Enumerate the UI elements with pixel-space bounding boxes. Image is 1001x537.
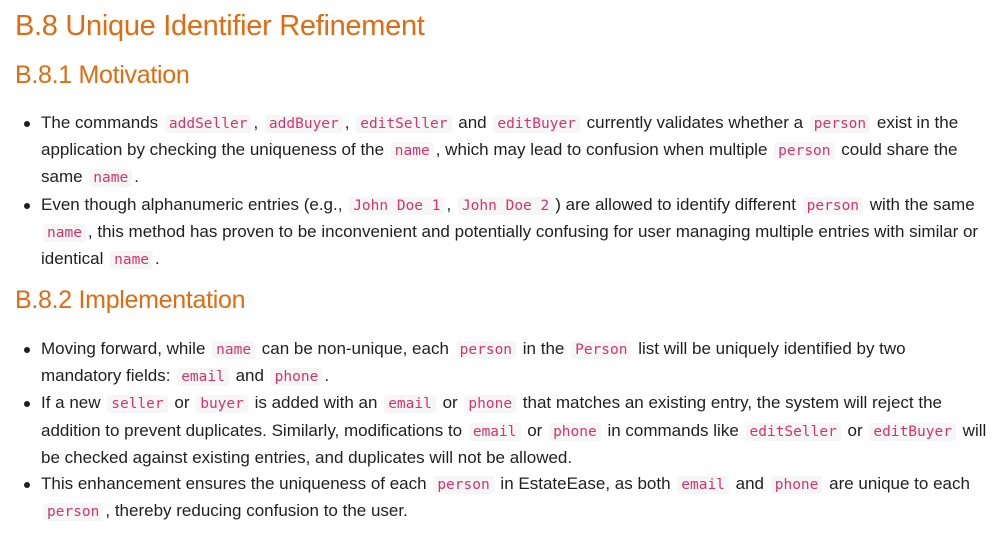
- text: ,: [253, 113, 263, 132]
- implementation-list: Moving forward, while name can be non-un…: [0, 336, 1001, 525]
- list-item: Even though alphanumeric entries (e.g., …: [0, 192, 1001, 274]
- text: .: [155, 249, 160, 269]
- text: , this method has proven to be inconveni…: [41, 221, 979, 269]
- motivation-list: The commands addSeller, addBuyer, editSe…: [0, 110, 1001, 273]
- code-term: seller: [107, 395, 168, 414]
- code-term: buyer: [196, 395, 248, 414]
- code-term: name: [390, 142, 434, 161]
- motivation-heading: B.8.1 Motivation: [15, 61, 190, 89]
- code-term: person: [802, 196, 864, 215]
- text: ,: [344, 113, 355, 132]
- text: in commands like: [602, 420, 744, 440]
- list-item: Moving forward, while name can be non-un…: [0, 336, 1001, 390]
- list-item: If a new seller or buyer is added with a…: [0, 390, 1001, 471]
- code-term: name: [43, 223, 86, 242]
- text: in EstateEase, as both: [495, 474, 676, 494]
- code-term: editSeller: [745, 422, 841, 441]
- code-term: email: [384, 395, 436, 414]
- text: currently validates whether a: [581, 113, 808, 132]
- list-item: The commands addSeller, addBuyer, editSe…: [0, 110, 1001, 192]
- text: .: [324, 366, 330, 386]
- code-term: person: [43, 503, 104, 522]
- section-heading: B.8 Unique Identifier Refinement: [15, 10, 425, 42]
- text: If a new: [41, 393, 106, 413]
- text: , which may lead to confusion when multi…: [435, 140, 773, 160]
- list-item: This enhancement ensures the uniqueness …: [0, 471, 1001, 525]
- text: or: [842, 420, 868, 440]
- text: , thereby reducing confusion to the user…: [105, 501, 408, 521]
- code-term: phone: [549, 422, 601, 441]
- text: Even though alphanumeric entries (e.g.,: [41, 194, 348, 214]
- text: ,: [446, 194, 456, 214]
- code-term: person: [455, 341, 517, 359]
- code-term: Person: [571, 341, 632, 359]
- text: is added with an: [249, 393, 383, 413]
- text: with the same: [865, 194, 975, 214]
- code-term: John Doe 1: [349, 196, 445, 215]
- code-term: addSeller: [164, 115, 252, 133]
- code-term: editBuyer: [493, 115, 580, 133]
- code-term: email: [468, 422, 521, 441]
- text: or: [169, 393, 195, 413]
- code-term: person: [774, 142, 835, 161]
- text: or: [522, 420, 548, 440]
- text: The commands: [41, 113, 163, 132]
- text: This enhancement ensures the uniqueness …: [41, 474, 432, 494]
- code-term: email: [677, 476, 729, 495]
- text: and: [453, 113, 492, 132]
- implementation-heading: B.8.2 Implementation: [15, 286, 246, 314]
- code-term: name: [110, 251, 154, 270]
- code-term: person: [433, 476, 494, 495]
- text: in the: [518, 339, 570, 358]
- code-term: phone: [770, 476, 823, 495]
- text: can be non-unique, each: [257, 339, 454, 358]
- text: are unique to each: [824, 474, 970, 494]
- text: and: [730, 474, 769, 494]
- code-term: editBuyer: [869, 422, 956, 441]
- text: ) are allowed to identify different: [555, 194, 801, 214]
- code-term: editSeller: [356, 115, 452, 133]
- code-term: name: [212, 341, 256, 359]
- text: and: [230, 366, 269, 386]
- code-term: John Doe 2: [457, 196, 554, 215]
- text: Moving forward, while: [41, 339, 211, 358]
- code-term: phone: [464, 395, 517, 414]
- text: .: [134, 167, 139, 187]
- code-term: name: [89, 169, 133, 188]
- code-term: email: [177, 368, 229, 387]
- code-term: person: [809, 115, 871, 133]
- code-term: addBuyer: [264, 115, 343, 133]
- code-term: phone: [270, 368, 323, 387]
- text: or: [437, 393, 463, 413]
